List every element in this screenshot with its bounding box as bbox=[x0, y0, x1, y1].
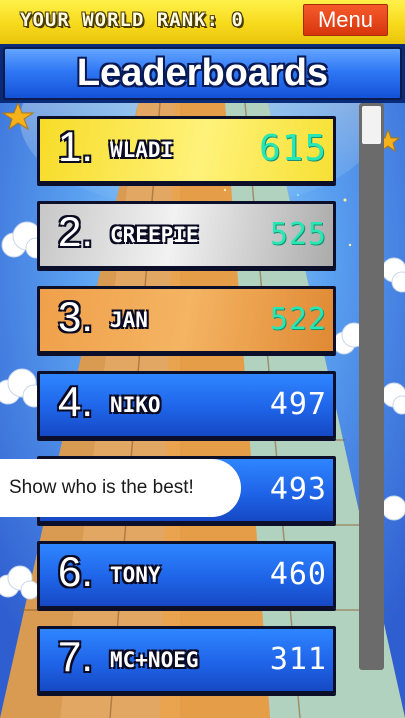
tooltip-bubble: Show who is the best! bbox=[0, 459, 241, 517]
player-score: 497 bbox=[269, 387, 327, 422]
rank-number: 2. bbox=[58, 208, 94, 255]
rank-number: 7. bbox=[58, 633, 94, 680]
leaderboard-row-4[interactable]: 4. NIKO 497 bbox=[37, 371, 336, 439]
scrollbar-track[interactable] bbox=[359, 103, 384, 670]
player-score: 522 bbox=[269, 302, 327, 337]
player-score: 493 bbox=[269, 472, 327, 507]
player-name: MC+NOEG bbox=[110, 648, 199, 672]
rank-number: 4. bbox=[58, 378, 94, 425]
player-name: CREEPIE bbox=[110, 223, 199, 247]
player-name: TONY bbox=[110, 563, 161, 587]
player-score: 311 bbox=[269, 642, 327, 677]
player-score: 460 bbox=[269, 557, 327, 592]
player-name: WLADI bbox=[110, 138, 174, 162]
rank-number: 6. bbox=[58, 548, 94, 595]
leaderboard-row-1[interactable]: 1. WLADI 615 bbox=[37, 116, 336, 184]
rank-number: 3. bbox=[58, 293, 94, 340]
rank-number: 1. bbox=[58, 123, 94, 170]
leaderboard-row-2[interactable]: 2. CREEPIE 525 bbox=[37, 201, 336, 269]
player-score: 525 bbox=[269, 217, 327, 252]
leaderboard-row-3[interactable]: 3. JAN 522 bbox=[37, 286, 336, 354]
leaderboard-list: 1. WLADI 615 2. CREEPIE 525 3. JAN 522 4… bbox=[0, 0, 405, 718]
leaderboard-row-6[interactable]: 6. TONY 460 bbox=[37, 541, 336, 609]
leaderboard-row-7[interactable]: 7. MC+NOEG 311 bbox=[37, 626, 336, 694]
player-score: 615 bbox=[258, 128, 327, 169]
player-name: JAN bbox=[110, 308, 148, 332]
player-name: NIKO bbox=[110, 393, 161, 417]
scrollbar-thumb[interactable] bbox=[362, 106, 381, 144]
